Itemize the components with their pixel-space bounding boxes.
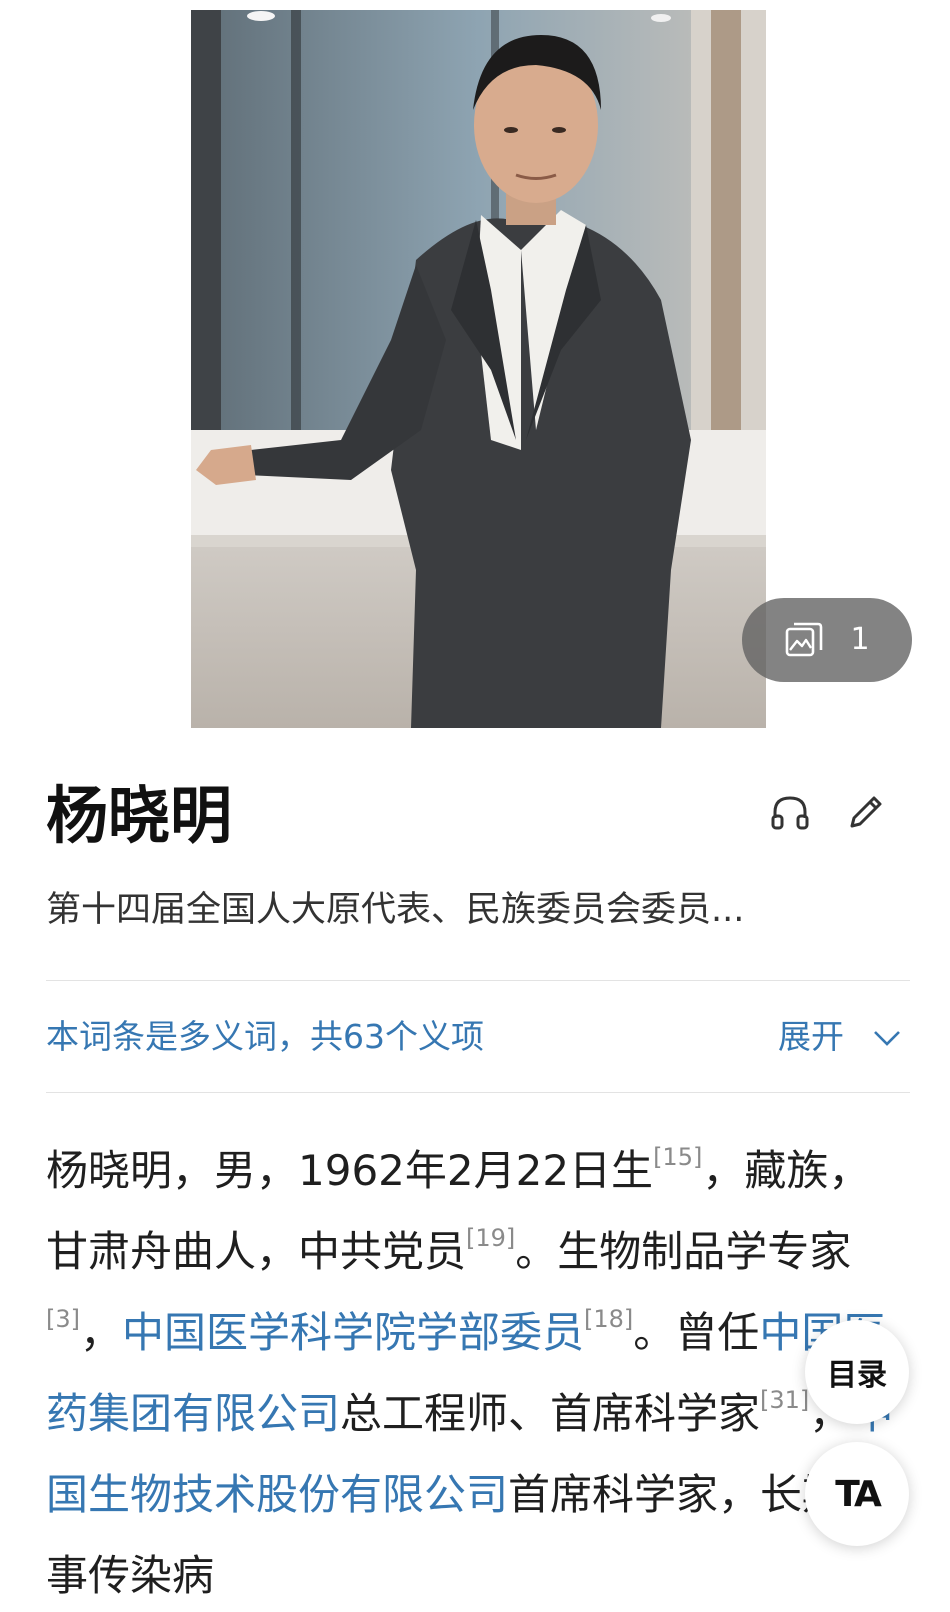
pencil-icon[interactable]	[844, 790, 888, 834]
portrait-photo[interactable]	[191, 10, 766, 728]
toc-label: 目录	[827, 1358, 887, 1393]
polysemy-note[interactable]: 本词条是多义词，共63个义项	[46, 1013, 484, 1061]
divider-bottom	[46, 1092, 910, 1093]
page-subtitle: 第十四届全国人大原代表、民族委员会委员...	[46, 890, 745, 930]
body-text: ，	[80, 1308, 123, 1357]
gallery-button[interactable]: 1	[742, 598, 912, 682]
body-text: 总工程师、首席科学家	[340, 1389, 761, 1438]
citation-ref[interactable]: [19]	[466, 1224, 515, 1252]
entry-link[interactable]: 中国医学科学院学部委员	[122, 1308, 584, 1357]
expand-button[interactable]: 展开	[778, 1013, 902, 1061]
citation-ref[interactable]: [3]	[46, 1305, 80, 1333]
font-size-label: TA	[835, 1473, 882, 1515]
chevron-down-icon	[874, 1031, 900, 1046]
portrait-illustration	[191, 10, 766, 728]
citation-ref[interactable]: [31]	[760, 1386, 809, 1414]
summary-paragraph: 杨晓明，男，1962年2月22日生[15]，藏族，甘肃舟曲人，中共党员[19]。…	[46, 1130, 906, 1612]
divider-top	[46, 980, 910, 981]
body-text: 杨晓明，男，1962年2月22日生	[46, 1146, 654, 1195]
title-actions	[768, 790, 888, 834]
page: 1 杨晓明 第十四届全国人大原代表、民族委员会委员... 本词条是多义词，共63…	[0, 0, 950, 1612]
table-of-contents-button[interactable]: 目录	[805, 1320, 909, 1424]
citation-ref[interactable]: [18]	[584, 1305, 633, 1333]
citation-ref[interactable]: [15]	[653, 1143, 702, 1171]
page-title: 杨晓明	[46, 779, 233, 852]
image-gallery-icon	[786, 622, 823, 657]
font-size-button[interactable]: TA	[805, 1442, 909, 1546]
body-text: 。生物制品学专家	[515, 1227, 852, 1276]
body-text: 。曾任	[633, 1308, 760, 1357]
gallery-count: 1	[850, 622, 870, 657]
expand-label: 展开	[778, 1017, 844, 1056]
headphones-icon[interactable]	[768, 790, 812, 834]
